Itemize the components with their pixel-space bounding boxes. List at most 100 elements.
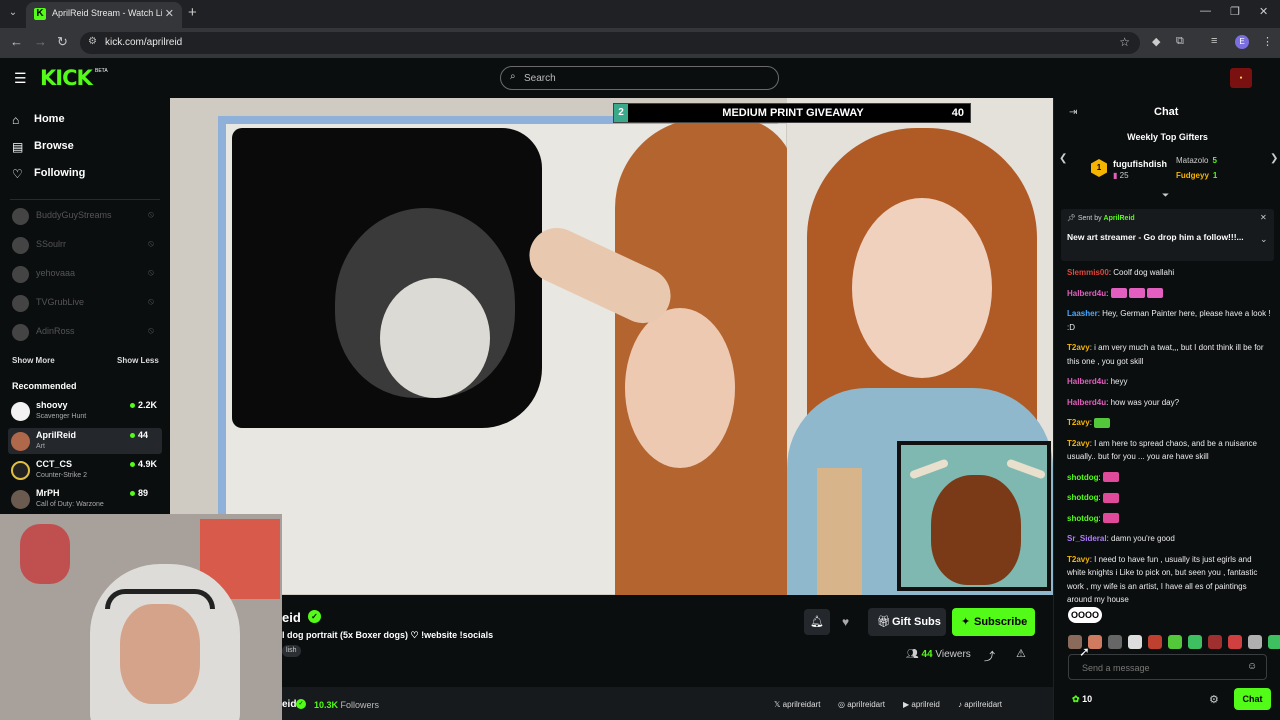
chat-emote-icon[interactable] bbox=[1103, 472, 1119, 483]
chevron-down-icon[interactable]: ⌄ bbox=[1260, 234, 1268, 245]
bell-icon[interactable]: 🔔︎ bbox=[804, 609, 830, 635]
chat-emote-icon[interactable] bbox=[1128, 288, 1145, 299]
minimize-icon[interactable]: — bbox=[1200, 5, 1211, 17]
extensions-puzzle-icon[interactable]: ⧉ bbox=[1176, 35, 1184, 48]
quick-emote-icon[interactable] bbox=[1168, 635, 1182, 649]
share-icon[interactable]: ⤴ bbox=[984, 648, 995, 664]
channel-points[interactable]: ✿ 10 bbox=[1072, 694, 1092, 705]
back-icon[interactable]: ← bbox=[10, 34, 23, 49]
quick-emote-icon[interactable] bbox=[1248, 635, 1262, 649]
show-more-button[interactable]: Show More bbox=[12, 356, 55, 365]
chat-username[interactable]: shotdog bbox=[1067, 514, 1099, 523]
search-input[interactable]: ⌕ Search bbox=[500, 66, 779, 90]
gift-subs-button[interactable]: 🎁︎ Gift Subs bbox=[868, 608, 946, 636]
offline-icon: ⦸ bbox=[148, 325, 154, 335]
chat-username[interactable]: Sr_Sideral bbox=[1067, 534, 1107, 543]
chat-username[interactable]: shotdog bbox=[1067, 473, 1099, 482]
address-bar[interactable]: ⚙ kick.com/aprilreid ☆ bbox=[80, 32, 1140, 54]
x-social-link[interactable]: 𝕏 aprilreidart bbox=[774, 700, 820, 709]
reload-icon[interactable]: ↻ bbox=[57, 34, 68, 50]
new-tab-button[interactable]: + bbox=[188, 4, 197, 21]
browser-tab[interactable]: K AprilReid Stream - Watch Live o ✕ bbox=[26, 2, 182, 28]
expand-gifters-icon[interactable]: ⏷ bbox=[1162, 190, 1169, 201]
subscribe-button[interactable]: ✦ Subscribe bbox=[952, 608, 1035, 636]
restore-icon[interactable]: ❐ bbox=[1230, 5, 1240, 18]
sidebar-item-following[interactable]: ♡ Following bbox=[12, 164, 162, 184]
tab-search-button[interactable]: ⌄ bbox=[4, 4, 22, 22]
followed-channel[interactable]: AdinRoss ⦸ bbox=[12, 322, 162, 342]
top-gifter-name[interactable]: fugufishdish bbox=[1113, 159, 1167, 169]
followed-channel[interactable]: yehovaaa ⦸ bbox=[12, 264, 162, 284]
bookmark-star-icon[interactable]: ☆ bbox=[1119, 35, 1130, 49]
chat-message: Halberd4u: how was your day? bbox=[1067, 396, 1272, 410]
chat-emote-icon[interactable] bbox=[1146, 288, 1163, 299]
close-tab-icon[interactable]: ✕ bbox=[165, 7, 174, 20]
kick-logo[interactable]: KICK bbox=[40, 66, 93, 90]
chat-username[interactable]: T2avy bbox=[1067, 439, 1090, 448]
sidebar-item-browse[interactable]: ▤ Browse bbox=[12, 137, 162, 157]
quick-emote-icon[interactable] bbox=[1108, 635, 1122, 649]
forward-icon[interactable]: → bbox=[34, 34, 47, 49]
quick-emote-icon[interactable] bbox=[1128, 635, 1142, 649]
chat-username[interactable]: Halberd4u bbox=[1067, 398, 1106, 407]
chat-emote-icon[interactable] bbox=[1094, 417, 1111, 428]
quick-emote-icon[interactable] bbox=[1148, 635, 1162, 649]
collapse-chat-icon[interactable]: ⇥ bbox=[1069, 107, 1077, 118]
quick-emote-icon[interactable] bbox=[1268, 635, 1280, 649]
quick-emote-icon[interactable] bbox=[1188, 635, 1202, 649]
chat-settings-icon[interactable]: ⚙ bbox=[1209, 693, 1219, 706]
recommended-channel[interactable]: shoovy Scavenger Hunt 2.2K bbox=[8, 398, 162, 424]
chat-username[interactable]: Halberd4u bbox=[1067, 377, 1106, 386]
chat-emote-icon[interactable] bbox=[1103, 513, 1119, 524]
followed-channel[interactable]: TVGrubLive ⦸ bbox=[12, 293, 162, 313]
sidebar-item-home[interactable]: ⌂ Home bbox=[12, 110, 162, 130]
language-tag[interactable]: lish bbox=[282, 645, 301, 657]
followed-channel[interactable]: SSoulrr ⦸ bbox=[12, 235, 162, 255]
close-window-icon[interactable]: ✕ bbox=[1259, 5, 1268, 18]
quick-emote-icon[interactable] bbox=[1088, 635, 1102, 649]
extension-icon[interactable]: ◆ bbox=[1152, 35, 1160, 48]
streamer-name[interactable]: eid bbox=[282, 610, 301, 625]
chat-username[interactable]: T2avy bbox=[1067, 555, 1090, 564]
user-avatar[interactable]: ● bbox=[1230, 68, 1252, 88]
recommended-channel-active[interactable]: AprilReid Art 44 bbox=[8, 428, 162, 454]
chat-username[interactable]: Halberd4u bbox=[1067, 289, 1106, 298]
tiktok-social-link[interactable]: ♪ aprilreidart bbox=[958, 700, 1002, 709]
chevron-right-icon[interactable]: ❯ bbox=[1270, 153, 1278, 164]
chat-send-button[interactable]: Chat bbox=[1234, 688, 1271, 710]
video-player[interactable]: 2 MEDIUM PRINT GIVEAWAY 40 bbox=[170, 98, 1053, 595]
gifter-row[interactable]: Matazolo 5 bbox=[1176, 156, 1217, 165]
hamburger-menu-icon[interactable]: ☰ bbox=[14, 70, 27, 87]
recommended-channel[interactable]: CCT_CS Counter-Strike 2 4.9K bbox=[8, 457, 162, 483]
chat-username[interactable]: T2avy bbox=[1067, 343, 1090, 352]
recommended-channel[interactable]: MrPH Call of Duty: Warzone 89 bbox=[8, 486, 162, 512]
youtube-social-link[interactable]: ▶ aprilreid bbox=[903, 700, 940, 709]
channel-name[interactable]: eid bbox=[282, 699, 296, 710]
instagram-social-link[interactable]: ◎ aprilreidart bbox=[838, 700, 885, 709]
unpin-icon[interactable]: ✕ bbox=[1260, 213, 1267, 222]
chat-username[interactable]: T2avy bbox=[1067, 418, 1090, 427]
chat-emote-icon[interactable] bbox=[1110, 288, 1127, 299]
quick-emote-icon[interactable] bbox=[1228, 635, 1242, 649]
report-icon[interactable]: ⚠ bbox=[1016, 647, 1026, 660]
chat-emote-icon[interactable] bbox=[1103, 492, 1119, 503]
viewer-count: 4.9K bbox=[138, 459, 158, 469]
chat-username[interactable]: shotdog bbox=[1067, 493, 1099, 502]
media-icon[interactable]: ≡ bbox=[1211, 35, 1217, 47]
profile-avatar[interactable]: E bbox=[1235, 35, 1249, 49]
avatar bbox=[11, 461, 30, 480]
chat-message-input[interactable]: Send a message ☺ bbox=[1068, 654, 1267, 680]
browser-menu-icon[interactable]: ⋮ bbox=[1262, 35, 1273, 48]
chat-username[interactable]: Slemmis00 bbox=[1067, 268, 1109, 277]
chat-username[interactable]: Laasher bbox=[1067, 309, 1098, 318]
emoji-picker-icon[interactable]: ☺ bbox=[1247, 661, 1257, 672]
site-info-icon[interactable]: ⚙ bbox=[88, 36, 97, 47]
followed-channel[interactable]: BuddyGuyStreams ⦸ bbox=[12, 206, 162, 226]
social-handle: aprilreidart bbox=[782, 700, 821, 709]
offline-icon: ⦸ bbox=[148, 267, 154, 277]
show-less-button[interactable]: Show Less bbox=[117, 356, 159, 365]
quick-emote-icon[interactable] bbox=[1208, 635, 1222, 649]
chevron-left-icon[interactable]: ❮ bbox=[1059, 153, 1067, 164]
follow-heart-icon[interactable]: ♥ bbox=[842, 615, 849, 629]
gifter-row[interactable]: Fudgeyy 1 bbox=[1176, 171, 1217, 180]
